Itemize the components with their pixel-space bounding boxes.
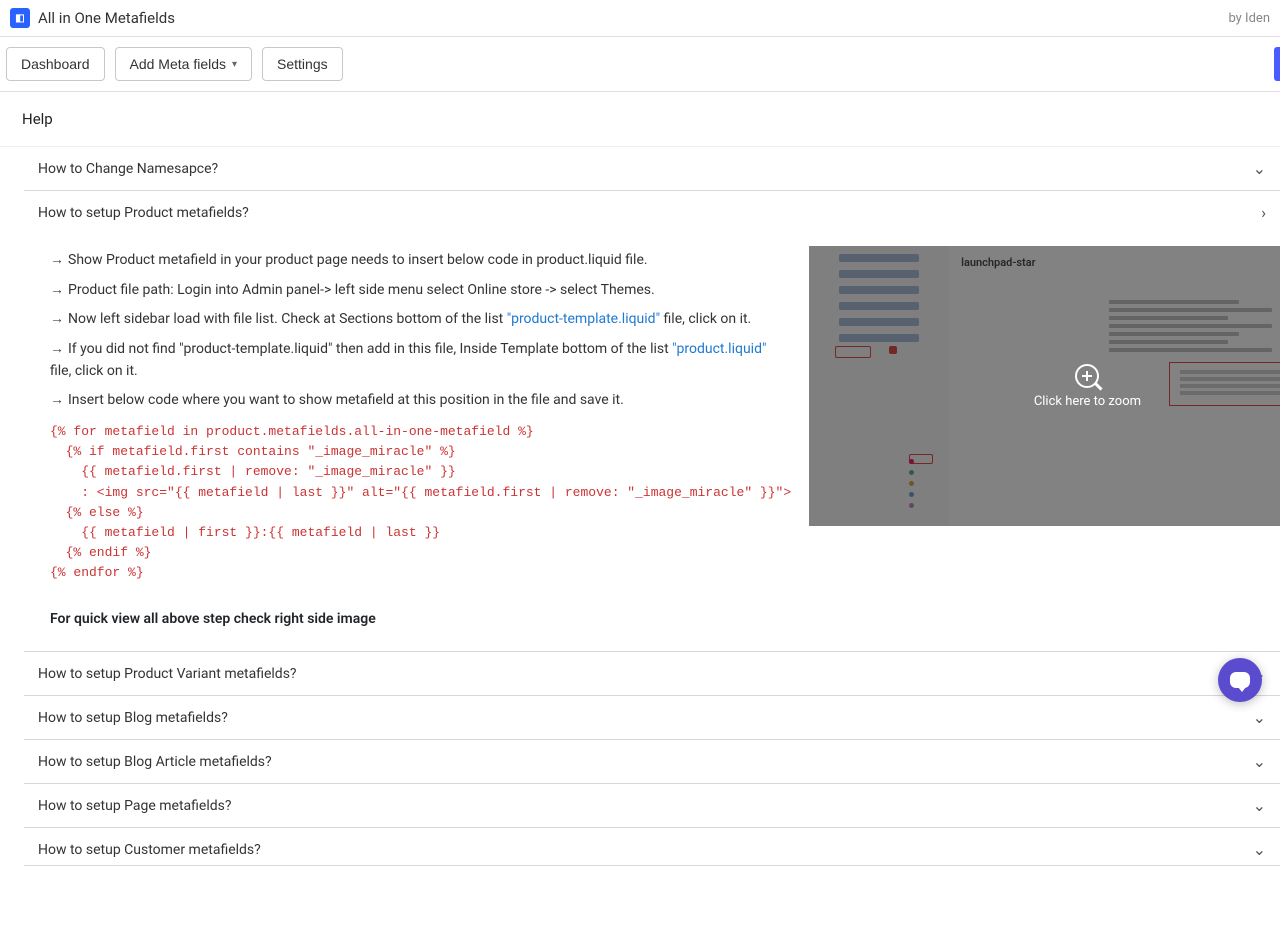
- byline: by Iden: [1228, 11, 1270, 26]
- accordion-item-blog[interactable]: How to setup Blog metafields? ⌄: [24, 696, 1280, 739]
- app-logo-icon: ◧: [10, 8, 30, 28]
- accordion-label: How to Change Namesapce?: [38, 161, 218, 177]
- chat-icon: [1230, 672, 1250, 688]
- chevron-down-icon: ⌄: [1253, 796, 1266, 815]
- step-line: →Product file path: Login into Admin pan…: [50, 276, 791, 306]
- magnify-plus-icon: [1075, 364, 1099, 388]
- step-line: →Now left sidebar load with file list. C…: [50, 305, 791, 335]
- accordion-label: How to setup Blog metafields?: [38, 710, 228, 726]
- link-product-template[interactable]: "product-template.liquid": [507, 311, 660, 327]
- accordion-label: How to setup Customer metafields?: [38, 842, 261, 858]
- accordion-item-namespace[interactable]: How to Change Namesapce? ⌄: [24, 147, 1280, 190]
- primary-action-edge[interactable]: [1274, 47, 1280, 81]
- code-block: {% for metafield in product.metafields.a…: [50, 422, 791, 583]
- app-title: All in One Metafields: [38, 9, 175, 27]
- zoom-label: Click here to zoom: [1034, 394, 1141, 409]
- accordion-label: How to setup Page metafields?: [38, 798, 232, 814]
- accordion-item-product[interactable]: How to setup Product metafields? ›: [24, 191, 1280, 234]
- link-product-liquid[interactable]: "product.liquid": [672, 341, 766, 357]
- chevron-down-icon: ⌄: [1253, 752, 1266, 771]
- topbar: ◧ All in One Metafields by Iden: [0, 0, 1280, 37]
- step-line: →If you did not find "product-template.l…: [50, 335, 791, 386]
- step-line: →Insert below code where you want to sho…: [50, 386, 791, 416]
- accordion-item-variant[interactable]: How to setup Product Variant metafields?…: [24, 652, 1280, 695]
- accordion-item-blog-article[interactable]: How to setup Blog Article metafields? ⌄: [24, 740, 1280, 783]
- screenshot-preview[interactable]: launchpad-star Click: [809, 246, 1280, 526]
- settings-button[interactable]: Settings: [262, 47, 343, 81]
- chevron-right-icon: ›: [1261, 203, 1266, 222]
- accordion: How to Change Namesapce? ⌄ How to setup …: [24, 147, 1280, 866]
- chat-widget-button[interactable]: [1218, 658, 1262, 702]
- dashboard-button[interactable]: Dashboard: [6, 47, 105, 81]
- help-heading: Help: [0, 92, 1280, 147]
- zoom-overlay[interactable]: Click here to zoom: [809, 246, 1280, 526]
- footnote: For quick view all above step check righ…: [50, 611, 791, 627]
- accordion-body-product: →Show Product metafield in your product …: [24, 234, 1280, 651]
- accordion-label: How to setup Blog Article metafields?: [38, 754, 272, 770]
- step-line: →Show Product metafield in your product …: [50, 246, 791, 276]
- add-meta-fields-button[interactable]: Add Meta fields ▾: [115, 47, 253, 81]
- chevron-down-icon: ⌄: [1253, 840, 1266, 859]
- accordion-item-customer[interactable]: How to setup Customer metafields? ⌄: [24, 828, 1280, 865]
- chevron-down-icon: ⌄: [1253, 159, 1266, 178]
- toolbar: Dashboard Add Meta fields ▾ Settings: [0, 37, 1280, 92]
- caret-down-icon: ▾: [232, 59, 237, 70]
- accordion-label: How to setup Product metafields?: [38, 205, 249, 221]
- chevron-down-icon: ⌄: [1253, 708, 1266, 727]
- accordion-item-page[interactable]: How to setup Page metafields? ⌄: [24, 784, 1280, 827]
- accordion-label: How to setup Product Variant metafields?: [38, 666, 297, 682]
